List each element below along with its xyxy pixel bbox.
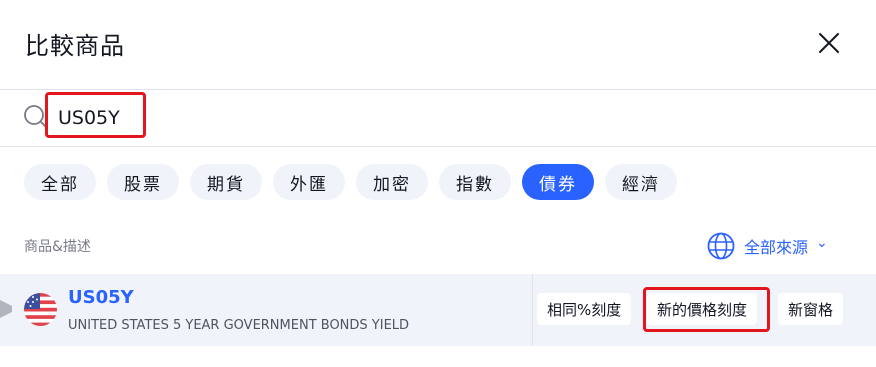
row-divider: [532, 274, 533, 346]
filter-chip-stocks[interactable]: 股票: [107, 164, 179, 200]
new-price-scale-button[interactable]: 新的價格刻度: [647, 293, 758, 325]
search-input[interactable]: [58, 104, 458, 132]
result-row[interactable]: US05Y UNITED STATES 5 YEAR GOVERNMENT BO…: [0, 274, 876, 346]
dialog-title: 比較商品: [25, 32, 125, 60]
filter-chip-all[interactable]: 全部: [24, 164, 96, 200]
chevron-down-icon: ⌄: [816, 235, 828, 251]
dialog-header: 比較商品: [0, 0, 876, 90]
filter-chip-economy[interactable]: 經濟: [605, 164, 677, 200]
close-button[interactable]: [812, 26, 846, 60]
result-description: UNITED STATES 5 YEAR GOVERNMENT BONDS YI…: [68, 318, 410, 333]
search-icon: [24, 105, 48, 129]
source-filter-button[interactable]: 全部來源 ⌄: [706, 232, 828, 260]
row-drag-tab-icon: [0, 300, 12, 318]
new-pane-button[interactable]: 新窗格: [778, 293, 844, 325]
filter-chip-bonds[interactable]: 債券: [522, 164, 594, 200]
filter-chip-futures[interactable]: 期貨: [190, 164, 262, 200]
column-header-symbol-description: 商品&描述: [24, 239, 91, 255]
us-flag-icon: [24, 293, 57, 326]
source-filter-label: 全部來源: [744, 238, 809, 257]
result-symbol: US05Y: [68, 287, 134, 308]
filter-chip-crypto[interactable]: 加密: [356, 164, 428, 200]
close-icon[interactable]: [812, 26, 846, 60]
search-row: [0, 90, 876, 147]
filter-chip-forex[interactable]: 外匯: [273, 164, 345, 200]
same-percent-scale-button[interactable]: 相同%刻度: [537, 293, 632, 325]
filter-chips: 全部 股票 期貨 外匯 加密 指數 債券 經濟: [24, 164, 677, 200]
filter-chip-indices[interactable]: 指數: [439, 164, 511, 200]
globe-icon: [707, 232, 735, 260]
